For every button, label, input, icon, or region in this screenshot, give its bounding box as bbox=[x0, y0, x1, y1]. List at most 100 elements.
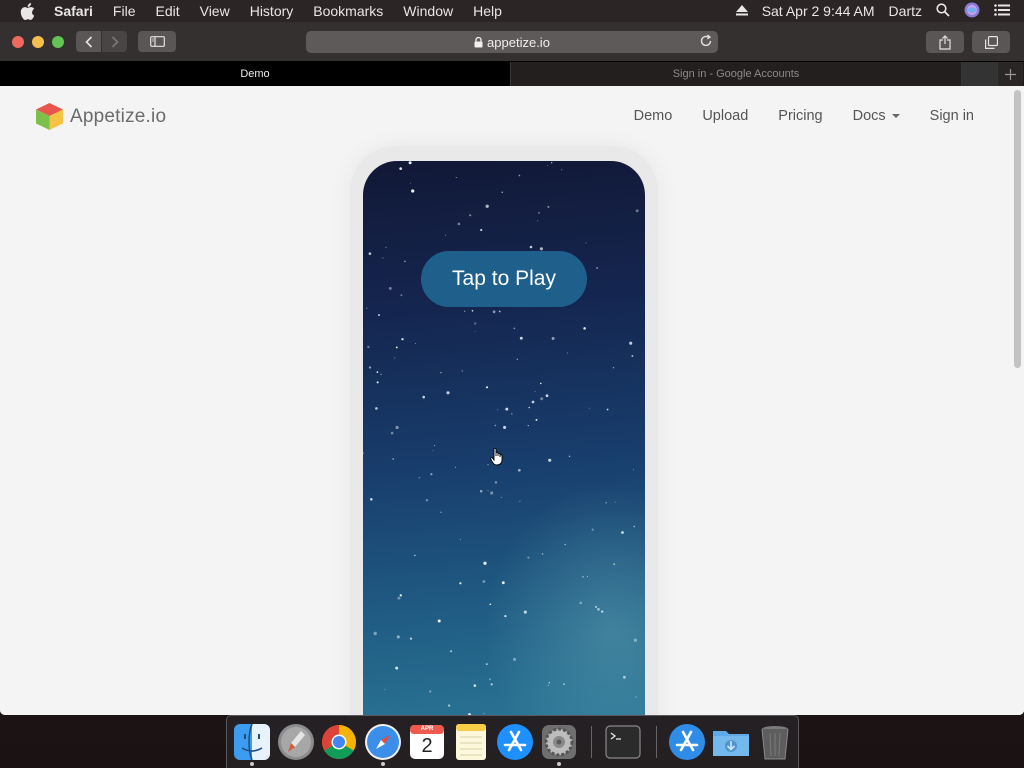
star bbox=[455, 466, 456, 468]
menu-window[interactable]: Window bbox=[403, 0, 453, 22]
device-screen[interactable]: Tap to Play bbox=[363, 161, 645, 715]
star bbox=[409, 637, 413, 640]
apple-menu-icon[interactable] bbox=[18, 2, 36, 20]
user-name[interactable]: Dartz bbox=[889, 3, 922, 19]
clock[interactable]: Sat Apr 2 9:44 AM bbox=[762, 3, 875, 19]
share-button[interactable] bbox=[926, 31, 964, 53]
star bbox=[376, 381, 379, 384]
tab-bar: Demo Sign in - Google Accounts bbox=[0, 61, 1024, 86]
star bbox=[440, 511, 442, 513]
menu-file[interactable]: File bbox=[113, 0, 136, 22]
star bbox=[368, 366, 372, 369]
nav-pricing[interactable]: Pricing bbox=[778, 108, 822, 124]
menu-view[interactable]: View bbox=[200, 0, 230, 22]
nav-docs-dropdown[interactable]: Docs bbox=[853, 108, 900, 124]
page-scrollbar[interactable] bbox=[1012, 86, 1024, 715]
safari-icon[interactable] bbox=[363, 722, 403, 762]
reload-icon[interactable] bbox=[699, 34, 713, 51]
star bbox=[382, 257, 384, 259]
menu-bookmarks[interactable]: Bookmarks bbox=[313, 0, 383, 22]
forward-button[interactable] bbox=[102, 31, 127, 52]
star bbox=[474, 330, 476, 332]
back-button[interactable] bbox=[76, 31, 101, 52]
star bbox=[635, 209, 639, 213]
star bbox=[539, 247, 543, 251]
system-preferences-icon[interactable] bbox=[539, 722, 579, 762]
star bbox=[551, 337, 555, 340]
star bbox=[588, 407, 590, 409]
sidebar-toggle-button[interactable] bbox=[138, 31, 176, 52]
tab-google-sign-in[interactable]: Sign in - Google Accounts bbox=[511, 62, 962, 86]
menu-help[interactable]: Help bbox=[473, 0, 502, 22]
star bbox=[473, 684, 477, 687]
dock-separator bbox=[591, 726, 592, 758]
terminal-icon[interactable] bbox=[603, 722, 643, 762]
nav-demo[interactable]: Demo bbox=[634, 108, 673, 124]
star bbox=[545, 394, 549, 398]
tabs-overview-icon bbox=[984, 35, 998, 49]
eject-icon[interactable] bbox=[735, 3, 748, 19]
star bbox=[455, 177, 457, 178]
star bbox=[399, 594, 402, 597]
star bbox=[583, 327, 586, 330]
downloads-folder-icon[interactable] bbox=[711, 722, 751, 762]
star bbox=[380, 373, 382, 376]
new-tab-button[interactable] bbox=[997, 62, 1023, 86]
tap-to-play-button[interactable]: Tap to Play bbox=[421, 251, 587, 307]
menu-edit[interactable]: Edit bbox=[155, 0, 179, 22]
star bbox=[414, 554, 416, 557]
star bbox=[606, 408, 609, 411]
star bbox=[518, 174, 521, 177]
nav-upload[interactable]: Upload bbox=[702, 108, 748, 124]
star bbox=[528, 406, 530, 409]
star bbox=[630, 161, 632, 163]
menu-history[interactable]: History bbox=[250, 0, 294, 22]
star bbox=[494, 424, 497, 427]
menu-safari[interactable]: Safari bbox=[54, 0, 93, 22]
star bbox=[492, 310, 496, 314]
star bbox=[469, 214, 472, 217]
close-window-button[interactable] bbox=[12, 35, 24, 48]
star bbox=[631, 355, 634, 357]
tab-demo[interactable]: Demo bbox=[0, 62, 511, 86]
app-store-icon[interactable] bbox=[495, 722, 535, 762]
star bbox=[497, 409, 499, 411]
star bbox=[534, 390, 536, 393]
applications-folder-icon[interactable] bbox=[667, 722, 707, 762]
trash-icon[interactable] bbox=[755, 722, 795, 762]
minimize-window-button[interactable] bbox=[32, 35, 44, 48]
siri-icon[interactable] bbox=[964, 2, 980, 21]
star bbox=[395, 346, 398, 349]
show-all-tabs-button[interactable] bbox=[972, 31, 1010, 53]
star bbox=[638, 163, 640, 165]
lock-icon bbox=[474, 36, 483, 48]
star bbox=[395, 425, 399, 430]
star bbox=[537, 220, 539, 222]
star bbox=[411, 189, 415, 193]
address-bar[interactable]: appetize.io bbox=[306, 31, 718, 53]
star bbox=[366, 307, 368, 309]
window-controls bbox=[12, 35, 72, 48]
nav-sign-in[interactable]: Sign in bbox=[930, 108, 974, 124]
star bbox=[480, 228, 483, 232]
star bbox=[538, 211, 540, 214]
star bbox=[459, 582, 462, 585]
zoom-window-button[interactable] bbox=[52, 35, 64, 48]
finder-icon[interactable] bbox=[232, 722, 272, 762]
star bbox=[629, 341, 633, 345]
spotlight-search-icon[interactable] bbox=[936, 2, 950, 20]
scrollbar-thumb[interactable] bbox=[1014, 90, 1021, 368]
appetize-logo[interactable]: Appetize.io bbox=[35, 102, 166, 131]
star bbox=[461, 370, 463, 372]
star bbox=[551, 162, 553, 164]
calendar-icon[interactable]: APR 2 bbox=[407, 722, 447, 762]
chrome-icon[interactable] bbox=[319, 722, 359, 762]
star bbox=[385, 246, 387, 248]
launchpad-icon[interactable] bbox=[276, 722, 316, 762]
url-text: appetize.io bbox=[487, 34, 550, 50]
star bbox=[447, 704, 451, 707]
notification-center-icon[interactable] bbox=[994, 3, 1010, 19]
notes-icon[interactable] bbox=[451, 722, 491, 762]
web-page: Appetize.io Demo Upload Pricing Docs Sig… bbox=[0, 86, 1024, 715]
star bbox=[501, 191, 504, 193]
